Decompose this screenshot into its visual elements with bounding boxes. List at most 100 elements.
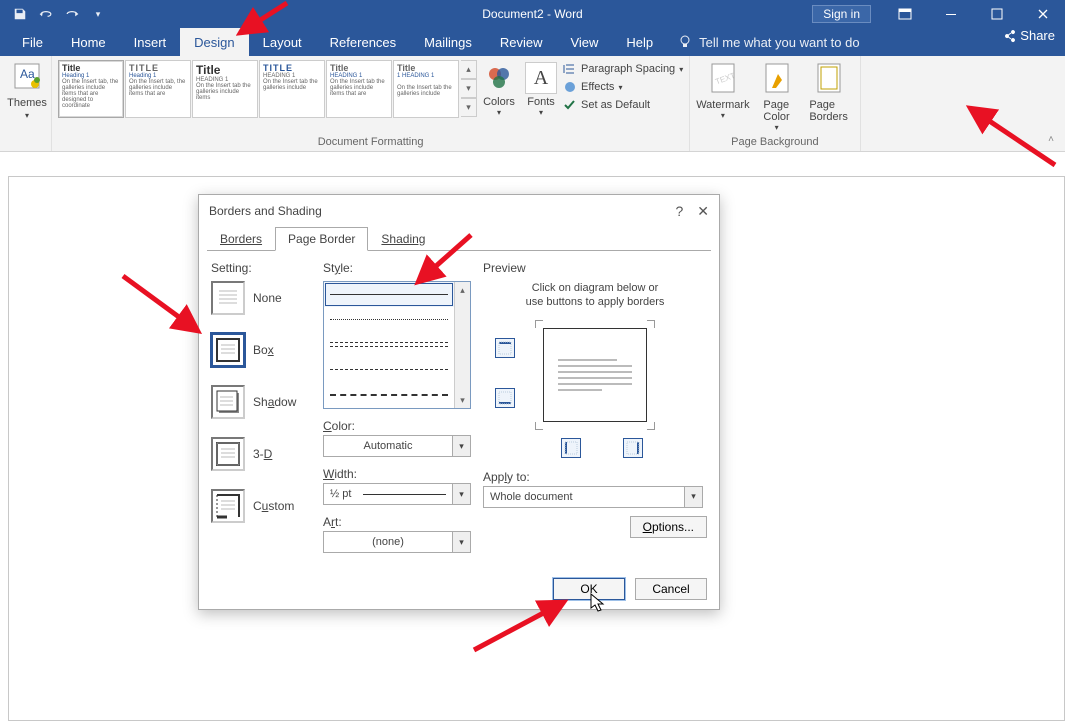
preview-diagram[interactable] (483, 320, 707, 460)
tab-help[interactable]: Help (612, 28, 667, 56)
share-icon (1002, 29, 1016, 43)
gallery-item[interactable]: TITLEHEADING 1On the Insert tab the gall… (259, 60, 325, 118)
chevron-down-icon: ▾ (452, 484, 470, 504)
title-bar: ▾ Document2 - Word Sign in (0, 0, 1065, 28)
options-button[interactable]: Options... (630, 516, 707, 538)
paragraph-spacing-icon (563, 62, 577, 76)
maximize-icon[interactable] (975, 0, 1019, 28)
redo-icon[interactable] (60, 2, 84, 26)
setting-box[interactable]: Box (211, 333, 311, 367)
style-option[interactable] (324, 382, 454, 407)
tab-page-border[interactable]: Page Border (275, 227, 368, 251)
color-combo[interactable]: Automatic▾ (323, 435, 471, 457)
tab-mailings[interactable]: Mailings (410, 28, 486, 56)
width-label: Width: (323, 467, 471, 481)
dialog-title: Borders and Shading (209, 204, 322, 218)
setting-3d[interactable]: 3-D (211, 437, 311, 471)
apply-to-combo[interactable]: Whole document▾ (483, 486, 703, 508)
style-label: Style: (323, 261, 471, 275)
ribbon-display-options-icon[interactable] (883, 0, 927, 28)
bottom-border-toggle[interactable] (495, 388, 515, 408)
box-icon (211, 333, 245, 367)
page-borders-icon (814, 62, 844, 99)
borders-and-shading-dialog: Borders and Shading ? ✕ Borders Page Bor… (198, 194, 720, 610)
gallery-item[interactable]: TITLEHeading 1On the Insert tab, the gal… (125, 60, 191, 118)
collapse-ribbon-icon[interactable]: ˄ (1043, 131, 1059, 147)
style-option[interactable] (324, 307, 454, 332)
help-icon[interactable]: ? (675, 203, 683, 220)
preview-hint: Click on diagram below oruse buttons to … (483, 281, 707, 310)
watermark-button[interactable]: TEXT Watermark▾ (696, 60, 749, 120)
gallery-item[interactable]: TitleHeading 1On the Insert tab, the gal… (58, 60, 124, 118)
tell-me-search[interactable]: Tell me what you want to do (677, 28, 859, 56)
shadow-icon (211, 385, 245, 419)
effects-icon (563, 80, 577, 94)
setting-none[interactable]: None (211, 281, 311, 315)
themes-icon: Aa (11, 60, 43, 92)
setting-shadow[interactable]: Shadow (211, 385, 311, 419)
check-icon (563, 98, 577, 112)
fonts-icon: A (525, 62, 557, 94)
minimize-icon[interactable] (929, 0, 973, 28)
ribbon-tabs: File Home Insert Design Layout Reference… (0, 28, 1065, 56)
width-combo[interactable]: ½ pt▾ (323, 483, 471, 505)
group-label: Page Background (696, 136, 853, 149)
preview-label: Preview (483, 261, 707, 275)
art-label: Art: (323, 515, 471, 529)
page-color-button[interactable]: PageColor▾ (752, 60, 802, 132)
setting-custom[interactable]: Custom (211, 489, 311, 523)
style-option[interactable] (324, 332, 454, 357)
style-set-gallery[interactable]: TitleHeading 1On the Insert tab, the gal… (58, 60, 459, 118)
close-icon[interactable] (1021, 0, 1065, 28)
gallery-up-icon[interactable]: ▴ (461, 60, 477, 79)
art-combo[interactable]: (none)▾ (323, 531, 471, 553)
colors-button[interactable]: Colors▾ (479, 60, 519, 117)
themes-button[interactable]: Aa Themes ▾ (6, 60, 48, 120)
close-icon[interactable]: ✕ (697, 203, 709, 220)
apply-to-label: Apply to: (483, 470, 707, 484)
share-button[interactable]: Share (1002, 28, 1055, 43)
tab-design[interactable]: Design (180, 28, 248, 56)
top-border-toggle[interactable] (495, 338, 515, 358)
tab-home[interactable]: Home (57, 28, 120, 56)
tab-borders[interactable]: Borders (207, 227, 275, 251)
none-icon (211, 281, 245, 315)
paragraph-spacing-button[interactable]: Paragraph Spacing ▾ (563, 62, 683, 76)
qat-dropdown-icon[interactable]: ▾ (86, 2, 110, 26)
page-borders-button[interactable]: PageBorders (804, 60, 854, 123)
tab-insert[interactable]: Insert (120, 28, 181, 56)
scroll-up-icon[interactable]: ▴ (455, 282, 470, 298)
ok-button[interactable]: OK (553, 578, 625, 600)
page-color-icon (762, 62, 792, 99)
tab-review[interactable]: Review (486, 28, 557, 56)
right-border-toggle[interactable] (623, 438, 643, 458)
gallery-item[interactable]: TitleHEADING 1On the Insert tab the gall… (192, 60, 258, 118)
chevron-down-icon: ▾ (684, 487, 702, 507)
chevron-down-icon: ▾ (452, 436, 470, 456)
tab-references[interactable]: References (316, 28, 410, 56)
set-as-default-button[interactable]: Set as Default (563, 98, 683, 112)
cancel-button[interactable]: Cancel (635, 578, 707, 600)
save-icon[interactable] (8, 2, 32, 26)
tab-view[interactable]: View (556, 28, 612, 56)
effects-button[interactable]: Effects ▾ (563, 80, 683, 94)
style-option[interactable] (324, 282, 454, 307)
tab-shading[interactable]: Shading (368, 227, 438, 251)
gallery-more-icon[interactable]: ▾ (461, 98, 477, 117)
gallery-down-icon[interactable]: ▾ (461, 79, 477, 98)
custom-icon (211, 489, 245, 523)
style-list[interactable]: ▴ ▾ (323, 281, 471, 409)
scroll-down-icon[interactable]: ▾ (455, 392, 470, 408)
undo-icon[interactable] (34, 2, 58, 26)
watermark-icon: TEXT (708, 62, 738, 99)
preview-page[interactable] (543, 328, 647, 422)
fonts-button[interactable]: A Fonts▾ (521, 60, 561, 117)
gallery-item[interactable]: TitleHEADING 1On the Insert tab the gall… (326, 60, 392, 118)
left-border-toggle[interactable] (561, 438, 581, 458)
style-option[interactable] (324, 357, 454, 382)
gallery-item[interactable]: Title1 HEADING 1On the Insert tab the ga… (393, 60, 459, 118)
colors-icon (483, 62, 515, 94)
sign-in-button[interactable]: Sign in (812, 5, 871, 23)
tab-file[interactable]: File (8, 28, 57, 56)
tab-layout[interactable]: Layout (249, 28, 316, 56)
